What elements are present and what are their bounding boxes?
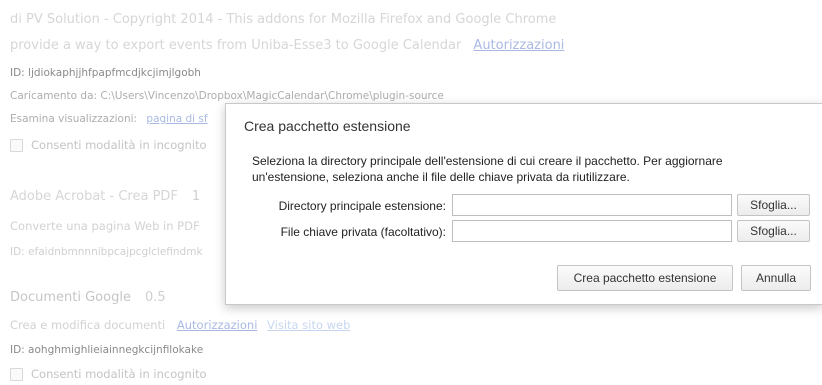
- ext1-incognito-label: Consenti modalità in incognito: [31, 138, 207, 152]
- ext1-id: ID: ljdiokaphjjhfpapfmcdjkcjimjlgobh: [10, 67, 201, 79]
- root-dir-input[interactable]: [452, 194, 732, 216]
- ext3-name: Documenti Google: [10, 290, 131, 305]
- ext1-incognito-row[interactable]: Consenti modalità in incognito: [10, 138, 207, 152]
- private-key-input[interactable]: [452, 220, 732, 242]
- ext2-version: 1: [191, 189, 201, 204]
- ext3-website-link[interactable]: Visita sito web: [267, 318, 350, 332]
- ext1-loaded-from: Caricamento da: C:\Users\Vincenzo\Dropbo…: [10, 90, 444, 102]
- private-key-browse-button[interactable]: Sfoglia...: [737, 220, 810, 242]
- ext1-inspect-link[interactable]: pagina di sf: [146, 113, 207, 125]
- ext3-permissions-link[interactable]: Autorizzazioni: [177, 318, 258, 332]
- ext2-id: ID: efaidnbmnnnibpcajpcglclefindmk: [10, 246, 203, 258]
- ext2-header: Adobe Acrobat - Crea PDF 1: [10, 189, 200, 204]
- ext3-header: Documenti Google 0.5: [10, 290, 166, 305]
- ext3-description-row: Crea e modifica documenti Autorizzazioni…: [10, 318, 350, 332]
- private-key-row: File chiave privata (facoltativo): Sfogl…: [226, 220, 822, 244]
- dialog-title: Crea pacchetto estensione: [244, 118, 411, 134]
- ext3-description: Crea e modifica documenti: [10, 318, 166, 332]
- root-dir-label: Directory principale estensione:: [278, 199, 446, 213]
- ext1-description-line2-row: provide a way to export events from Unib…: [10, 38, 564, 53]
- ext3-id: ID: aohghmighlieiainnegkcijnfilokake: [10, 344, 204, 356]
- create-package-button[interactable]: Crea pacchetto estensione: [557, 265, 733, 291]
- cancel-button[interactable]: Annulla: [741, 265, 811, 291]
- ext1-description-line2: provide a way to export events from Unib…: [10, 38, 462, 53]
- private-key-label: File chiave privata (facoltativo):: [280, 225, 446, 239]
- root-dir-browse-button[interactable]: Sfoglia...: [737, 194, 810, 216]
- ext1-inspect-views: Esamina visualizzazioni: pagina di sf: [10, 113, 208, 125]
- root-dir-row: Directory principale estensione: Sfoglia…: [226, 194, 822, 218]
- ext1-description-line1: di PV Solution - Copyright 2014 - This a…: [10, 12, 557, 27]
- ext3-incognito-label: Consenti modalità in incognito: [31, 367, 207, 381]
- dialog-description: Seleziona la directory principale dell'e…: [252, 154, 723, 184]
- ext3-incognito-checkbox[interactable]: [10, 368, 23, 381]
- ext1-incognito-checkbox[interactable]: [10, 139, 23, 152]
- ext2-description: Converte una pagina Web in PDF: [10, 219, 200, 233]
- ext1-permissions-link[interactable]: Autorizzazioni: [473, 38, 564, 53]
- ext3-incognito-row[interactable]: Consenti modalità in incognito: [10, 367, 207, 381]
- ext1-inspect-label: Esamina visualizzazioni:: [10, 113, 138, 125]
- pack-extension-dialog: Crea pacchetto estensione Seleziona la d…: [225, 103, 822, 305]
- ext3-version: 0.5: [144, 290, 166, 305]
- ext2-name: Adobe Acrobat - Crea PDF: [10, 189, 178, 204]
